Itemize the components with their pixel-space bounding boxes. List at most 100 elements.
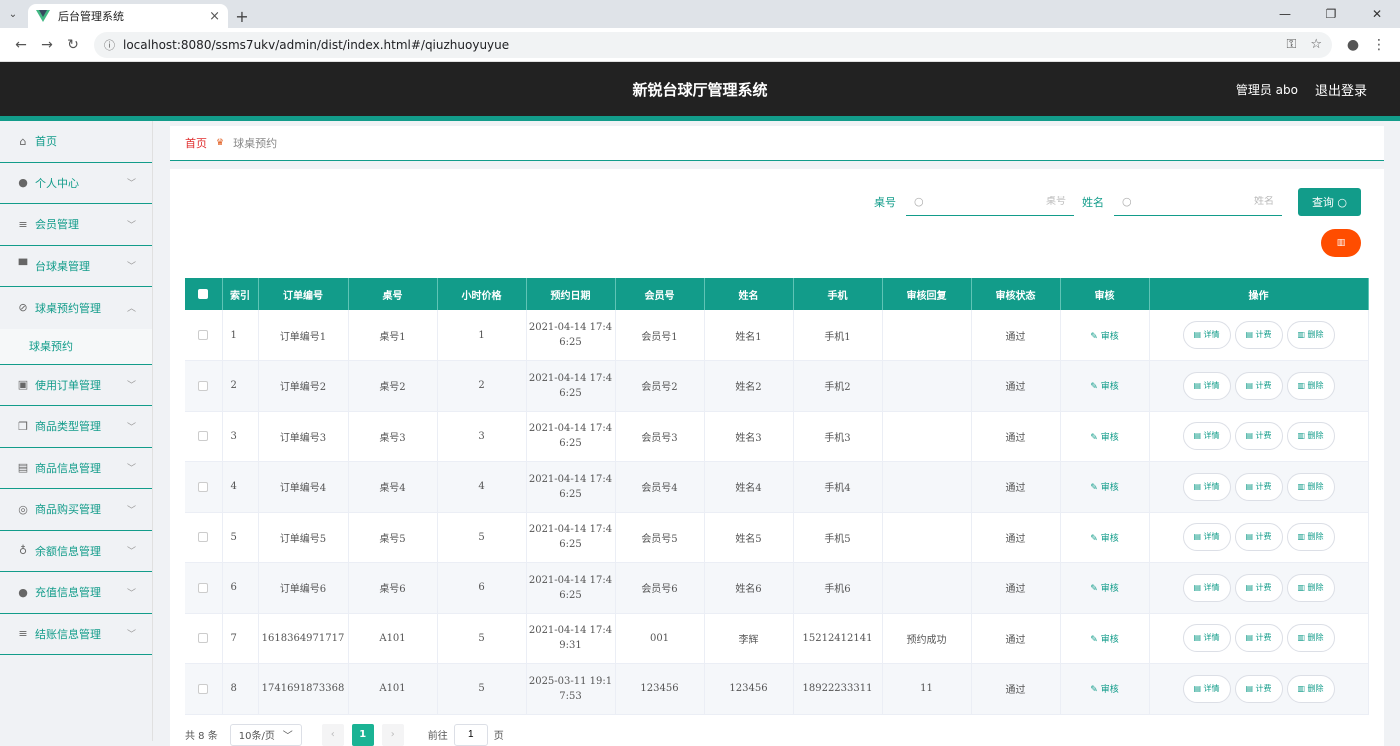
cell-reserve-date: 2025-03-11 19:1 7:53	[526, 663, 616, 715]
sidebar-item-purchases[interactable]: ◎ 商品购买管理 ﹀	[0, 489, 152, 531]
profile-icon[interactable]: ●	[1340, 32, 1366, 58]
row-checkbox[interactable]	[198, 532, 209, 543]
audit-link[interactable]: ✎ 审核	[1090, 332, 1118, 342]
select-all-cell[interactable]	[185, 278, 223, 310]
bill-button[interactable]: ▤ 计费	[1234, 674, 1283, 703]
name-input[interactable]	[1131, 196, 1274, 207]
audit-link[interactable]: ✎ 审核	[1090, 635, 1118, 645]
row-checkbox[interactable]	[198, 633, 209, 644]
prev-page-button[interactable]: ‹	[321, 723, 344, 746]
row-select-cell[interactable]	[185, 310, 223, 361]
bill-button[interactable]: ▤ 计费	[1234, 371, 1283, 400]
bill-button[interactable]: ▤ 计费	[1234, 523, 1283, 552]
bill-button[interactable]: ▤ 计费	[1234, 472, 1283, 501]
detail-button[interactable]: ▤ 详情	[1182, 321, 1231, 349]
cell-desk-no: 桌号2	[348, 360, 438, 412]
audit-link[interactable]: ✎ 审核	[1090, 584, 1118, 594]
detail-button[interactable]: ▤ 详情	[1182, 573, 1231, 602]
new-tab-button[interactable]: +	[228, 4, 256, 28]
sidebar-item-orders[interactable]: ▣ 使用订单管理 ﹀	[0, 365, 152, 406]
logout-button[interactable]: 退出登录	[1315, 80, 1367, 99]
row-select-cell[interactable]	[185, 663, 223, 715]
audit-link[interactable]: ✎ 审核	[1090, 685, 1118, 695]
select-all-checkbox[interactable]	[198, 288, 209, 299]
query-button[interactable]: 查询 ○	[1298, 188, 1361, 216]
key-icon[interactable]: ⚿	[1286, 37, 1296, 52]
delete-button[interactable]: ▥ 删除	[1286, 422, 1335, 451]
delete-button[interactable]: ▥ 删除	[1286, 674, 1335, 703]
cell-actions: ▤ 详情 ▤ 计费 ▥ 删除	[1149, 663, 1369, 715]
row-checkbox[interactable]	[198, 481, 209, 492]
menu-kebab-icon[interactable]: ⋮	[1366, 32, 1392, 58]
sidebar-subitem-reservation[interactable]: 球桌预约	[0, 328, 152, 365]
bill-button[interactable]: ▤ 计费	[1234, 573, 1283, 602]
sidebar-item-recharge[interactable]: ● 充值信息管理 ﹀	[0, 572, 152, 614]
row-select-cell[interactable]	[185, 411, 223, 462]
audit-link[interactable]: ✎ 审核	[1090, 433, 1118, 443]
back-icon[interactable]: ←	[8, 32, 34, 58]
row-checkbox[interactable]	[198, 431, 209, 442]
sidebar-item-label: 会员管理	[35, 218, 79, 232]
delete-button[interactable]: ▥ 删除	[1286, 371, 1335, 400]
sidebar-item-products[interactable]: ▤ 商品信息管理 ﹀	[0, 448, 152, 489]
detail-button[interactable]: ▤ 详情	[1182, 523, 1231, 552]
page-number-current[interactable]: 1	[351, 723, 374, 746]
row-select-cell[interactable]	[185, 461, 223, 513]
sidebar-item-tables[interactable]: ▀ 台球桌管理 ﹀	[0, 246, 152, 287]
row-checkbox[interactable]	[198, 582, 209, 593]
cell-reserve-date: 2021-04-14 17:4 6:25	[526, 310, 616, 361]
bill-button[interactable]: ▤ 计费	[1234, 321, 1283, 349]
row-checkbox[interactable]	[198, 330, 209, 340]
row-select-cell[interactable]	[185, 613, 223, 664]
audit-link[interactable]: ✎ 审核	[1090, 534, 1118, 544]
sidebar-item-profile[interactable]: ● 个人中心 ﹀	[0, 163, 152, 204]
sidebar-item-reservations[interactable]: ⊘ 球桌预约管理 ︿	[0, 287, 152, 329]
table-no-input[interactable]	[923, 196, 1066, 207]
batch-delete-button[interactable]: ▥	[1321, 229, 1361, 257]
row-select-cell[interactable]	[185, 562, 223, 614]
url-field[interactable]: ⓘ localhost:8080/ssms7ukv/admin/dist/ind…	[94, 31, 1332, 58]
page-size-select[interactable]: 10条/页 ﹀	[229, 723, 302, 746]
detail-button[interactable]: ▤ 详情	[1182, 422, 1231, 451]
audit-link[interactable]: ✎ 审核	[1090, 483, 1118, 493]
sidebar-item-balance[interactable]: ♁ 余额信息管理 ﹀	[0, 531, 152, 572]
next-page-button[interactable]: ›	[381, 723, 404, 746]
table-no-field[interactable]: ○	[906, 188, 1074, 216]
detail-button[interactable]: ▤ 详情	[1182, 371, 1231, 400]
forward-icon[interactable]: →	[34, 32, 60, 58]
detail-button[interactable]: ▤ 详情	[1182, 674, 1231, 703]
row-checkbox[interactable]	[198, 380, 209, 391]
row-select-cell[interactable]	[185, 360, 223, 412]
goto-page-input[interactable]	[453, 723, 488, 746]
bill-button[interactable]: ▤ 计费	[1234, 624, 1283, 653]
sidebar-item-members[interactable]: ≡ 会员管理 ﹀	[0, 204, 152, 246]
delete-button[interactable]: ▥ 删除	[1286, 472, 1335, 501]
name-field[interactable]: ○	[1114, 188, 1282, 216]
minimize-icon[interactable]: —	[1262, 0, 1308, 28]
audit-link[interactable]: ✎ 审核	[1090, 382, 1118, 392]
delete-button[interactable]: ▥ 删除	[1286, 624, 1335, 653]
delete-button[interactable]: ▥ 删除	[1286, 573, 1335, 602]
cell-audit-reply: 11	[882, 663, 972, 715]
tab-search-icon[interactable]: ⌄	[0, 0, 26, 28]
close-window-icon[interactable]: ✕	[1354, 0, 1400, 28]
delete-button[interactable]: ▥ 删除	[1286, 523, 1335, 552]
detail-button[interactable]: ▤ 详情	[1182, 624, 1231, 653]
detail-button[interactable]: ▤ 详情	[1182, 472, 1231, 501]
site-info-icon[interactable]: ⓘ	[104, 37, 115, 53]
browser-tab[interactable]: 后台管理系统 ×	[28, 4, 228, 28]
bill-button[interactable]: ▤ 计费	[1234, 422, 1283, 451]
sidebar-item-checkout[interactable]: ≡ 结账信息管理 ﹀	[0, 614, 152, 655]
reload-icon[interactable]: ↻	[60, 32, 86, 58]
bookmark-star-icon[interactable]: ☆	[1310, 37, 1322, 52]
row-checkbox[interactable]	[198, 683, 209, 694]
delete-button[interactable]: ▥ 删除	[1286, 321, 1335, 349]
cell-name: 姓名4	[704, 461, 794, 513]
tab-close-icon[interactable]: ×	[209, 9, 220, 24]
breadcrumb-home[interactable]: 首页	[185, 135, 207, 151]
sidebar-item-product-types[interactable]: ❐ 商品类型管理 ﹀	[0, 406, 152, 448]
column-header: 会员号	[615, 278, 705, 310]
restore-icon[interactable]: ❐	[1308, 0, 1354, 28]
row-select-cell[interactable]	[185, 512, 223, 563]
sidebar-item-home[interactable]: ⌂ 首页	[0, 121, 152, 163]
